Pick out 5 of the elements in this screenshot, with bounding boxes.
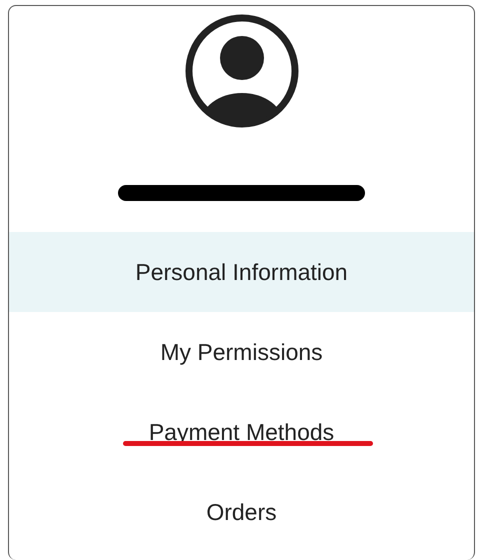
menu-item[interactable]: Payment Methods — [9, 392, 474, 472]
avatar-icon — [184, 13, 300, 129]
menu-item[interactable]: My Permissions — [9, 312, 474, 392]
menu-item[interactable]: Orders — [9, 472, 474, 552]
menu-item[interactable]: Personal Information — [9, 232, 474, 312]
